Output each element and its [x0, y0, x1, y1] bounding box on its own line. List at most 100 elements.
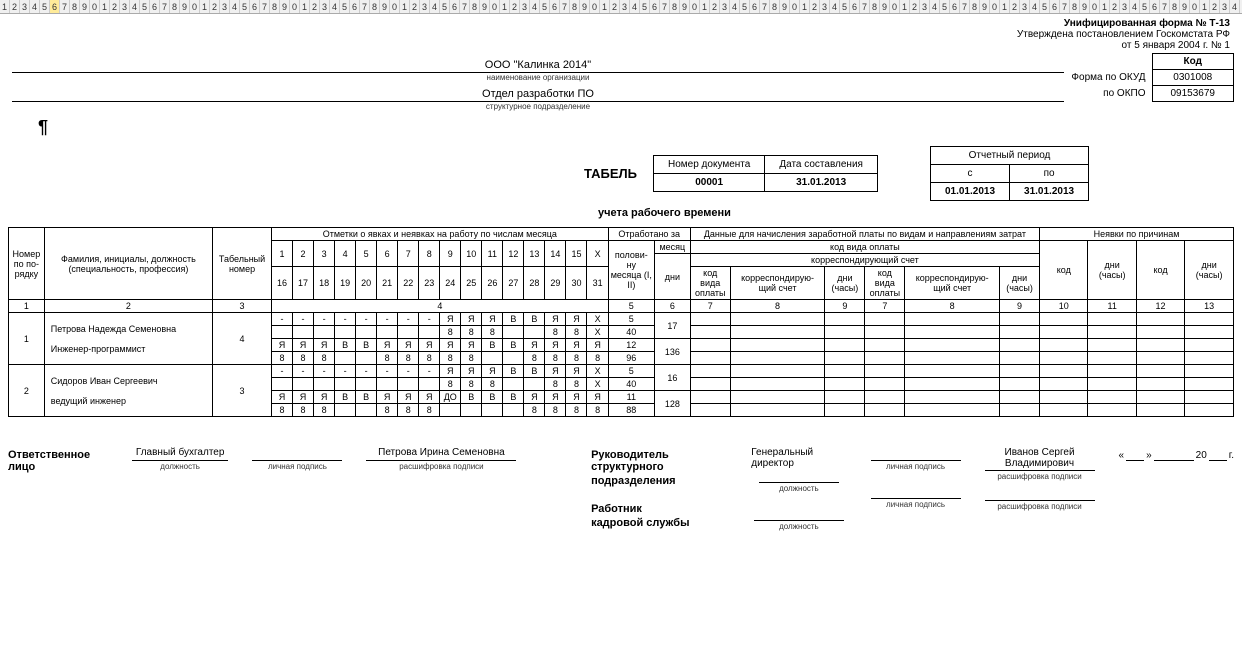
hours-cell[interactable] [503, 352, 524, 365]
mark-cell[interactable]: Я [566, 339, 587, 352]
abs-cell[interactable] [1185, 378, 1234, 391]
ruler-col[interactable]: 2 [1010, 0, 1020, 13]
abs-cell[interactable] [1040, 378, 1088, 391]
ruler-col[interactable]: 1 [1100, 0, 1110, 13]
hours-cell[interactable] [335, 352, 356, 365]
abs-cell[interactable] [1040, 326, 1088, 339]
pay-cell[interactable] [825, 404, 865, 417]
ruler-col[interactable]: 2 [1210, 0, 1220, 13]
hours-cell[interactable]: 8 [482, 378, 503, 391]
ruler-col[interactable]: 3 [620, 0, 630, 13]
pay-cell[interactable] [730, 378, 825, 391]
abs-cell[interactable] [1040, 313, 1088, 326]
ruler-col[interactable]: 1 [200, 0, 210, 13]
hours-cell[interactable] [419, 378, 440, 391]
hours-cell[interactable]: 8 [419, 352, 440, 365]
ruler-col[interactable]: 0 [890, 0, 900, 13]
ruler-col[interactable]: 6 [50, 0, 60, 13]
abs-cell[interactable] [1136, 378, 1184, 391]
hours-cell[interactable]: 8 [272, 404, 293, 417]
abs-cell[interactable] [1088, 404, 1136, 417]
abs-cell[interactable] [1040, 339, 1088, 352]
hours-cell[interactable]: 8 [314, 352, 335, 365]
hr-position[interactable] [754, 507, 844, 521]
hours-cell[interactable]: 8 [566, 352, 587, 365]
ruler-col[interactable]: 5 [140, 0, 150, 13]
pay-cell[interactable] [1000, 404, 1040, 417]
hours-cell[interactable]: 8 [314, 404, 335, 417]
abs-cell[interactable] [1088, 365, 1136, 378]
hours-cell[interactable] [377, 326, 398, 339]
mark-cell[interactable]: Я [440, 313, 461, 326]
mark-cell[interactable]: Я [524, 339, 545, 352]
head-signature[interactable] [871, 447, 961, 461]
hours-cell[interactable] [314, 378, 335, 391]
ruler-col[interactable]: 4 [530, 0, 540, 13]
ruler-col[interactable]: 8 [670, 0, 680, 13]
ruler-col[interactable]: 7 [360, 0, 370, 13]
ruler-col[interactable]: 9 [1180, 0, 1190, 13]
mark-cell[interactable]: В [503, 365, 524, 378]
ruler-col[interactable]: 1 [600, 0, 610, 13]
abs-cell[interactable] [1136, 352, 1184, 365]
pay-cell[interactable] [730, 404, 825, 417]
mark-cell[interactable]: - [335, 365, 356, 378]
ruler-col[interactable]: 2 [10, 0, 20, 13]
hours-cell[interactable] [293, 378, 314, 391]
pay-cell[interactable] [690, 339, 730, 352]
abs-cell[interactable] [1136, 326, 1184, 339]
abs-cell[interactable] [1185, 365, 1234, 378]
pay-cell[interactable] [825, 313, 865, 326]
hr-decipher[interactable] [985, 487, 1095, 501]
pay-cell[interactable] [1000, 339, 1040, 352]
ruler-col[interactable]: 7 [460, 0, 470, 13]
mark-cell[interactable]: Я [293, 339, 314, 352]
ruler-col[interactable]: 7 [1060, 0, 1070, 13]
hours-cell[interactable] [377, 378, 398, 391]
mark-cell[interactable]: Я [587, 391, 608, 404]
date-day-1[interactable] [1126, 447, 1144, 461]
mark-cell[interactable]: - [314, 313, 335, 326]
ruler-col[interactable]: 2 [210, 0, 220, 13]
pay-cell[interactable] [905, 352, 1000, 365]
pay-cell[interactable] [690, 404, 730, 417]
ruler-col[interactable]: 3 [1220, 0, 1230, 13]
pay-cell[interactable] [1000, 326, 1040, 339]
hours-cell[interactable] [335, 326, 356, 339]
ruler-col[interactable]: 8 [1070, 0, 1080, 13]
hours-cell[interactable]: 8 [440, 378, 461, 391]
hours-cell[interactable] [398, 326, 419, 339]
pay-cell[interactable] [865, 339, 905, 352]
ruler-col[interactable]: 8 [770, 0, 780, 13]
hours-cell[interactable]: 8 [293, 352, 314, 365]
hours-cell[interactable]: 8 [482, 326, 503, 339]
ruler-col[interactable]: 0 [90, 0, 100, 13]
pay-cell[interactable] [905, 339, 1000, 352]
pay-cell[interactable] [825, 339, 865, 352]
pay-cell[interactable] [865, 352, 905, 365]
ruler-col[interactable]: 5 [640, 0, 650, 13]
ruler-col[interactable]: 2 [910, 0, 920, 13]
ruler-col[interactable]: 2 [1110, 0, 1120, 13]
mark-cell[interactable]: Я [545, 365, 566, 378]
abs-cell[interactable] [1136, 339, 1184, 352]
ruler-col[interactable]: 1 [400, 0, 410, 13]
mark-cell[interactable]: Я [314, 391, 335, 404]
ruler-col[interactable]: 1 [100, 0, 110, 13]
hours-cell[interactable]: 8 [545, 326, 566, 339]
ruler-col[interactable]: 2 [110, 0, 120, 13]
mark-cell[interactable]: Я [587, 339, 608, 352]
pay-cell[interactable] [905, 313, 1000, 326]
ruler-col[interactable]: 9 [980, 0, 990, 13]
ruler-col[interactable]: 6 [450, 0, 460, 13]
hours-cell[interactable] [314, 326, 335, 339]
pay-cell[interactable] [730, 365, 825, 378]
mark-cell[interactable]: - [398, 313, 419, 326]
hours-cell[interactable]: 8 [398, 404, 419, 417]
hours-cell[interactable]: 8 [566, 404, 587, 417]
hours-cell[interactable]: 8 [587, 404, 608, 417]
mark-cell[interactable]: - [293, 365, 314, 378]
mark-cell[interactable]: Я [377, 391, 398, 404]
mark-cell[interactable]: ДО [440, 391, 461, 404]
responsible-signature[interactable] [252, 447, 342, 461]
